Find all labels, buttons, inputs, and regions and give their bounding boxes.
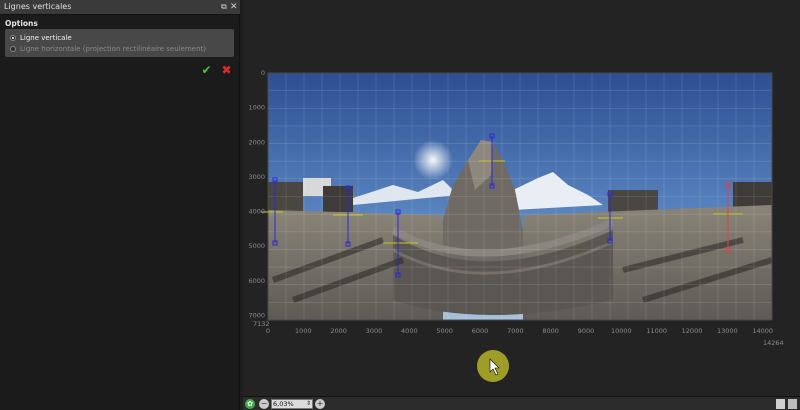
app-window: Lignes verticales ⧉ ✕ Options Ligne vert… bbox=[0, 0, 800, 410]
confirm-checkmark-icon[interactable]: ✔ bbox=[200, 64, 213, 77]
y-tick-label: 0 bbox=[261, 69, 265, 77]
zoom-spinner-icon[interactable]: ⇕ bbox=[306, 400, 311, 408]
x-axis-labels: 0 1000 2000 3000 4000 5000 6000 7000 8000 9000 100… bbox=[266, 327, 773, 335]
panel-titlebar[interactable]: Lignes verticales ⧉ ✕ bbox=[0, 0, 240, 15]
zoom-fit-icon[interactable]: ✿ bbox=[245, 399, 255, 409]
zoom-level-value: 6,03% bbox=[273, 400, 294, 408]
radio-selected-icon[interactable] bbox=[10, 35, 16, 41]
layout-single-icon[interactable] bbox=[776, 399, 785, 409]
vertical-lines-panel: Lignes verticales ⧉ ✕ Options Ligne vert… bbox=[0, 0, 240, 410]
option-label: Ligne verticale bbox=[20, 34, 72, 42]
layout-grid-icon[interactable] bbox=[788, 399, 797, 409]
x-tick-label: 13000 bbox=[717, 327, 738, 335]
x-tick-label: 6000 bbox=[472, 327, 489, 335]
y-axis-labels: 0 1000 2000 3000 4000 5000 6000 7000 bbox=[248, 69, 265, 319]
x-tick-label: 11000 bbox=[646, 327, 667, 335]
zoom-in-button[interactable]: + bbox=[315, 399, 325, 409]
x-max-label: 14264 bbox=[763, 339, 784, 347]
viewer-toolbar: ✿ − 6,03% ⇕ + bbox=[243, 396, 800, 410]
viewer-canvas[interactable]: 0 1000 2000 3000 4000 5000 6000 7000 0 1000 2000 3… bbox=[243, 0, 800, 396]
y-tick-label: 6000 bbox=[248, 277, 265, 285]
x-tick-label: 12000 bbox=[682, 327, 703, 335]
y-tick-label: 1000 bbox=[248, 104, 265, 112]
y-tick-label: 4000 bbox=[248, 208, 265, 216]
options-group: Ligne verticale Ligne horizontale (proje… bbox=[5, 29, 234, 57]
option-label: Ligne horizontale (projection rectilinéa… bbox=[20, 45, 206, 53]
y-tick-label: 3000 bbox=[248, 173, 265, 181]
y-tick-label: 5000 bbox=[248, 242, 265, 250]
x-tick-label: 10000 bbox=[611, 327, 632, 335]
panorama-viewer[interactable]: 0 1000 2000 3000 4000 5000 6000 7000 0 1000 2000 3… bbox=[243, 0, 800, 396]
options-heading: Options bbox=[5, 19, 38, 28]
close-icon[interactable]: ✕ bbox=[230, 1, 238, 13]
float-window-icon[interactable]: ⧉ bbox=[221, 1, 229, 13]
x-tick-label: 4000 bbox=[401, 327, 418, 335]
x-tick-label: 8000 bbox=[542, 327, 559, 335]
radio-unselected-icon[interactable] bbox=[10, 46, 16, 52]
x-tick-label: 9000 bbox=[578, 327, 595, 335]
panel-title: Lignes verticales bbox=[4, 2, 72, 11]
x-tick-label: 2000 bbox=[330, 327, 347, 335]
x-tick-label: 1000 bbox=[295, 327, 312, 335]
y-tick-label: 2000 bbox=[248, 138, 265, 146]
y-tick-label: 7000 bbox=[248, 311, 265, 319]
x-tick-label: 5000 bbox=[436, 327, 453, 335]
zoom-level-field[interactable]: 6,03% ⇕ bbox=[271, 399, 313, 409]
zoom-out-button[interactable]: − bbox=[259, 399, 269, 409]
cancel-cross-icon[interactable]: ✖ bbox=[220, 64, 233, 77]
y-max-label: 7132 bbox=[253, 320, 270, 328]
x-tick-label: 3000 bbox=[366, 327, 383, 335]
x-tick-label: 0 bbox=[266, 327, 270, 335]
x-tick-label: 14000 bbox=[752, 327, 773, 335]
x-tick-label: 7000 bbox=[507, 327, 524, 335]
